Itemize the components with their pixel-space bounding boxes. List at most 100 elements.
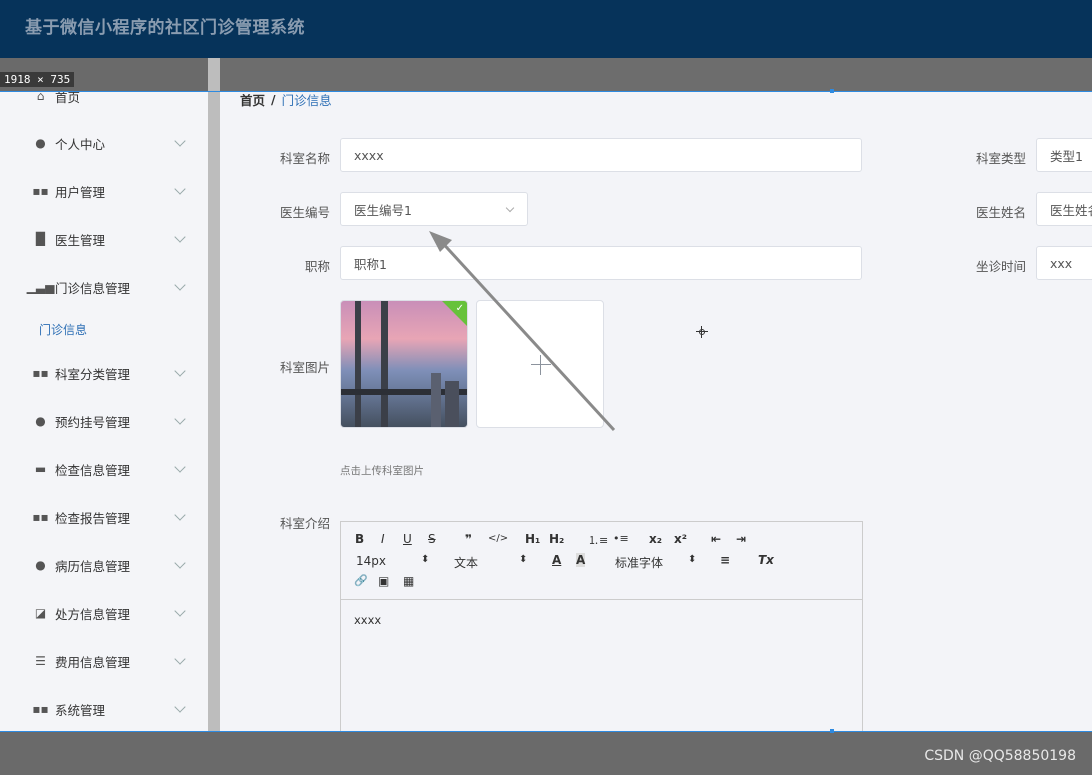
crosshair-cursor-icon xyxy=(696,326,708,338)
title-input[interactable]: 职称1 xyxy=(340,246,862,280)
rich-text-editor[interactable]: B I U S ❞ </> H₁ H₂ ⒈≡ •≡ x₂ x² ⇤ ⇥ 14px… xyxy=(340,521,863,731)
clinic-time-input[interactable]: xxx xyxy=(1036,246,1092,280)
chevron-down-icon xyxy=(174,183,186,195)
ordered-list-button[interactable]: ⒈≡ xyxy=(588,532,608,548)
sidebar-item-reports[interactable]: ▪▪ 检查报告管理 xyxy=(0,493,208,541)
sidebar-item-label: 预约挂号管理 xyxy=(55,414,131,430)
chevron-down-icon xyxy=(174,365,186,377)
sidebar-item-label: 费用信息管理 xyxy=(55,654,131,670)
image-icon[interactable]: ▣ xyxy=(378,574,389,588)
chevron-down-icon xyxy=(174,461,186,473)
sidebar-item-label: 科室分类管理 xyxy=(55,366,131,382)
sidebar: ⌂ 首页 ● 个人中心 ▪▪ 用户管理 ▐▌ 医生管理 ▁▃▅ 门诊信息管理 门… xyxy=(0,92,208,731)
doctor-name-input[interactable]: 医生姓名1 xyxy=(1036,192,1092,226)
watermark: CSDN @QQ58850198 xyxy=(924,748,1076,764)
breadcrumb-home[interactable]: 首页 xyxy=(240,92,265,109)
outdent-button[interactable]: ⇤ xyxy=(711,532,721,546)
chevron-down-icon xyxy=(174,231,186,243)
dept-type-input[interactable]: 类型1 xyxy=(1036,138,1092,172)
dept-intro-label: 科室介绍 xyxy=(279,516,330,531)
printer-icon: ▬ xyxy=(34,462,47,476)
bar-chart-icon: ▁▃▅ xyxy=(26,280,55,294)
sidebar-item-users[interactable]: ▪▪ 用户管理 xyxy=(0,167,208,215)
quote-button[interactable]: ❞ xyxy=(465,532,472,546)
breadcrumb-current: 门诊信息 xyxy=(281,93,332,108)
font-size-arrow-icon: ⬍ xyxy=(421,554,430,565)
bold-button[interactable]: B xyxy=(355,532,364,546)
selection-border-top xyxy=(0,91,1092,92)
doctor-no-value: 医生编号1 xyxy=(354,202,412,218)
sidebar-item-appointments[interactable]: ● 预约挂号管理 xyxy=(0,397,208,445)
dept-name-input[interactable]: xxxx xyxy=(340,138,862,172)
grid-icon: ▪▪ xyxy=(32,366,49,380)
bullet-list-button[interactable]: •≡ xyxy=(613,532,629,545)
sidebar-item-prescriptions[interactable]: ◪ 处方信息管理 xyxy=(0,589,208,637)
indent-button[interactable]: ⇥ xyxy=(736,532,746,546)
overlay-strip xyxy=(220,58,1092,92)
bg-color-button[interactable]: A xyxy=(576,553,586,567)
editor-toolbar: B I U S ❞ </> H₁ H₂ ⒈≡ •≡ x₂ x² ⇤ ⇥ 14px… xyxy=(341,522,862,600)
user-icon: ● xyxy=(35,136,46,150)
main-content: 首页 / 门诊信息 科室名称 xxxx 科室类型 类型1 医生编号 医生编号1 … xyxy=(220,92,1092,731)
align-button[interactable]: ≡ xyxy=(720,553,730,567)
sidebar-item-home[interactable]: ⌂ 首页 xyxy=(0,92,208,120)
h2-button[interactable]: H₂ xyxy=(549,532,564,546)
clean-format-button[interactable]: Tx xyxy=(758,553,774,567)
link-icon[interactable]: 🔗 xyxy=(354,574,368,587)
selection-border-bottom xyxy=(0,731,1092,732)
sidebar-item-dept-category[interactable]: ▪▪ 科室分类管理 xyxy=(0,349,208,397)
font-family-arrow-icon: ⬍ xyxy=(688,554,697,565)
dept-type-label: 科室类型 xyxy=(975,151,1026,166)
superscript-button[interactable]: x² xyxy=(674,532,687,546)
h1-button[interactable]: H₁ xyxy=(525,532,540,546)
dept-image-thumbnail[interactable]: ✓ xyxy=(340,300,468,428)
doctor-no-label: 医生编号 xyxy=(279,205,330,220)
heading-arrow-icon: ⬍ xyxy=(519,554,528,565)
heading-select[interactable]: 文本 xyxy=(454,554,478,571)
underline-button[interactable]: U xyxy=(403,532,412,546)
sidebar-item-system[interactable]: ▪▪ 系统管理 xyxy=(0,685,208,731)
sidebar-item-clinic[interactable]: ▁▃▅ 门诊信息管理 xyxy=(0,263,208,311)
upload-hint: 点击上传科室图片 xyxy=(340,465,424,477)
selection-handle[interactable] xyxy=(830,89,834,93)
sidebar-item-label: 检查报告管理 xyxy=(55,510,131,526)
video-icon[interactable]: ▦ xyxy=(403,574,414,588)
chevron-down-icon xyxy=(505,203,515,213)
doctor-no-select[interactable]: 医生编号1 xyxy=(340,192,528,226)
chevron-down-icon xyxy=(174,605,186,617)
chevron-down-icon xyxy=(174,135,186,147)
trend-icon: ◪ xyxy=(34,606,47,620)
image-upload-button[interactable] xyxy=(476,300,604,428)
font-size-select[interactable]: 14px xyxy=(356,554,386,568)
chevron-down-icon xyxy=(174,653,186,665)
top-header: 基于微信小程序的社区门诊管理系统 xyxy=(0,0,1092,58)
sidebar-item-profile[interactable]: ● 个人中心 xyxy=(0,119,208,167)
chevron-down-icon xyxy=(174,413,186,425)
chevron-down-icon xyxy=(174,509,186,521)
subscript-button[interactable]: x₂ xyxy=(649,532,662,546)
sidebar-item-exams[interactable]: ▬ 检查信息管理 xyxy=(0,445,208,493)
selection-handle[interactable] xyxy=(830,729,834,733)
editor-content[interactable]: xxxx xyxy=(354,613,381,627)
sidebar-item-label: 系统管理 xyxy=(55,702,106,718)
chevron-down-icon xyxy=(174,279,186,291)
sidebar-item-label: 用户管理 xyxy=(55,184,106,200)
user-icon: ● xyxy=(35,558,46,572)
form-card: 科室名称 xxxx 科室类型 类型1 医生编号 医生编号1 医生姓名 医生姓名1… xyxy=(240,127,1092,731)
doctor-name-label: 医生姓名 xyxy=(975,205,1026,220)
list-icon: ☰ xyxy=(35,654,46,668)
sidebar-item-doctors[interactable]: ▐▌ 医生管理 xyxy=(0,215,208,263)
plus-icon xyxy=(531,364,551,365)
sidebar-item-records[interactable]: ● 病历信息管理 xyxy=(0,541,208,589)
font-color-button[interactable]: A xyxy=(552,553,561,567)
strike-button[interactable]: S xyxy=(428,532,436,546)
code-button[interactable]: </> xyxy=(488,533,508,544)
grid-icon: ▪▪ xyxy=(32,510,49,524)
sidebar-subitem-clinic-info[interactable]: 门诊信息 xyxy=(39,321,87,338)
sidebar-item-label: 检查信息管理 xyxy=(55,462,131,478)
italic-button[interactable]: I xyxy=(381,532,385,546)
sidebar-item-fees[interactable]: ☰ 费用信息管理 xyxy=(0,637,208,685)
books-icon: ▐▌ xyxy=(31,232,50,246)
check-icon: ✓ xyxy=(455,303,464,314)
font-family-select[interactable]: 标准字体 xyxy=(615,554,663,571)
